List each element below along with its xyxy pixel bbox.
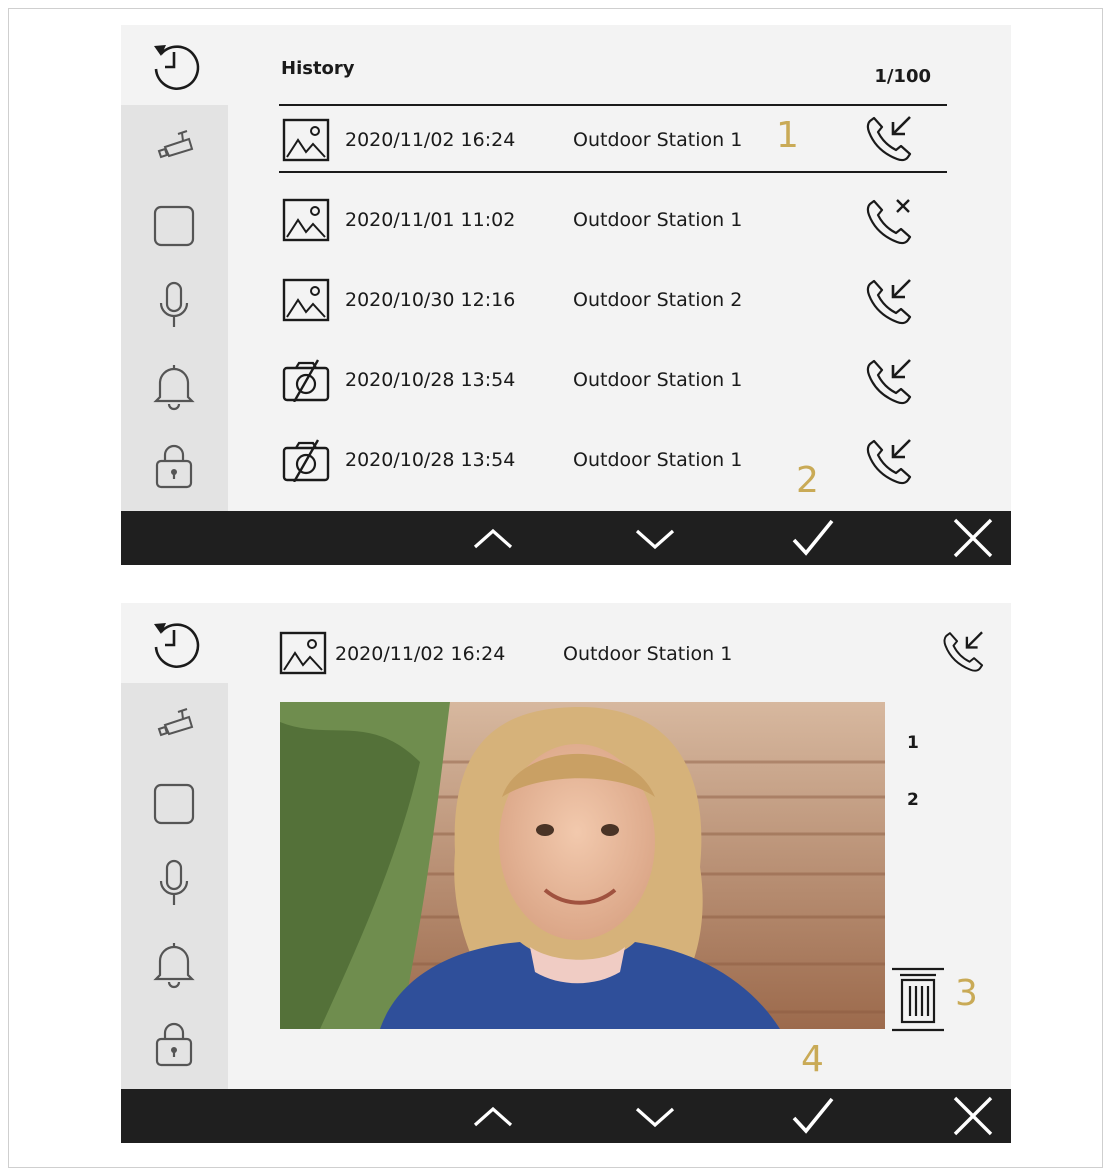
row-date: 2020/10/28 13:54	[345, 369, 516, 391]
camera-icon[interactable]	[147, 699, 201, 753]
callout-number: 2	[796, 460, 819, 501]
history-row[interactable]: 2020/10/28 13:54 Outdoor Station 1	[279, 347, 947, 417]
bottom-bar	[121, 511, 1011, 565]
incoming-call-icon	[864, 276, 920, 326]
incoming-call-icon	[864, 356, 920, 406]
row-date: 2020/11/02 16:24	[345, 129, 516, 151]
row-date: 2020/11/01 11:02	[345, 209, 516, 231]
image-index[interactable]: 1	[907, 733, 919, 753]
checkmark-icon[interactable]	[791, 1096, 835, 1136]
no-image-icon	[282, 358, 330, 402]
history-row[interactable]: 2020/10/28 13:54 Outdoor Station 1	[279, 427, 947, 497]
image-icon	[282, 118, 330, 162]
trash-icon[interactable]	[890, 966, 946, 1032]
row-station: Outdoor Station 1	[573, 369, 743, 391]
chevron-up-icon[interactable]	[471, 518, 515, 558]
history-row[interactable]: 2020/11/02 16:24 Outdoor Station 1	[279, 107, 947, 177]
chevron-up-icon[interactable]	[471, 1096, 515, 1136]
chevron-down-icon[interactable]	[633, 1096, 677, 1136]
page-title: History	[281, 58, 355, 79]
lock-icon[interactable]	[147, 439, 201, 493]
history-icon[interactable]	[147, 616, 201, 670]
close-icon[interactable]	[951, 1096, 995, 1136]
incoming-call-icon	[864, 113, 920, 163]
incoming-call-icon	[864, 436, 920, 486]
sidebar	[121, 105, 228, 511]
sidebar	[121, 683, 228, 1089]
history-row[interactable]: 2020/11/01 11:02 Outdoor Station 1	[279, 187, 947, 257]
camera-icon[interactable]	[147, 121, 201, 175]
callout-number: 3	[955, 973, 978, 1014]
page-counter: 1/100	[874, 66, 931, 87]
callout-number: 4	[801, 1039, 824, 1080]
image-icon	[282, 198, 330, 242]
row-station: Outdoor Station 1	[573, 449, 743, 471]
sidebar-history-tab[interactable]	[121, 603, 228, 683]
history-list-screen: History 1/100 2020/11/02 16:24 Outdoor S…	[121, 25, 1011, 565]
close-icon[interactable]	[951, 518, 995, 558]
image-icon	[282, 278, 330, 322]
image-icon	[279, 631, 327, 675]
row-date: 2020/10/30 12:16	[345, 289, 516, 311]
missed-call-icon	[864, 196, 920, 246]
lock-icon[interactable]	[147, 1017, 201, 1071]
detail-date: 2020/11/02 16:24	[335, 643, 506, 665]
microphone-icon[interactable]	[147, 279, 201, 333]
callout-number: 1	[776, 115, 799, 156]
bottom-bar	[121, 1089, 1011, 1143]
square-icon[interactable]	[147, 777, 201, 831]
row-station: Outdoor Station 1	[573, 209, 743, 231]
checkmark-icon[interactable]	[791, 518, 835, 558]
square-icon[interactable]	[147, 199, 201, 253]
bell-icon[interactable]	[147, 937, 201, 991]
row-station: Outdoor Station 1	[573, 129, 743, 151]
visitor-snapshot	[280, 702, 885, 1029]
row-date: 2020/10/28 13:54	[345, 449, 516, 471]
image-index[interactable]: 2	[907, 790, 919, 810]
no-image-icon	[282, 438, 330, 482]
microphone-icon[interactable]	[147, 857, 201, 911]
detail-station: Outdoor Station 1	[563, 643, 733, 665]
history-row[interactable]: 2020/10/30 12:16 Outdoor Station 2	[279, 267, 947, 337]
bell-icon[interactable]	[147, 359, 201, 413]
history-icon[interactable]	[147, 38, 201, 92]
incoming-call-icon	[941, 627, 991, 675]
row-station: Outdoor Station 2	[573, 289, 743, 311]
sidebar-history-tab[interactable]	[121, 25, 228, 105]
history-detail-screen: 2020/11/02 16:24 Outdoor Station 1 1 2 3…	[121, 603, 1011, 1143]
chevron-down-icon[interactable]	[633, 518, 677, 558]
selection-top-rule	[279, 104, 947, 106]
